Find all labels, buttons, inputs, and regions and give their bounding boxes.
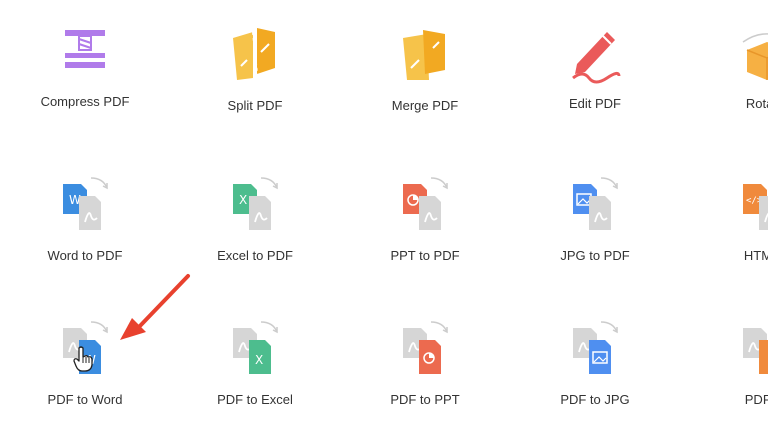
word-to-pdf-icon: W bbox=[40, 164, 130, 244]
tool-excel-to-pdf[interactable]: X Excel to PDF bbox=[180, 164, 330, 263]
pdf-to-html-icon bbox=[720, 308, 768, 388]
html-to-pdf-icon: </> bbox=[720, 164, 768, 244]
tool-label: PDF to Excel bbox=[217, 392, 293, 407]
tool-merge-pdf[interactable]: Merge PDF bbox=[350, 14, 500, 113]
tool-pdf-to-excel[interactable]: X PDF to Excel bbox=[180, 308, 330, 407]
tool-label: PDF to bbox=[744, 392, 768, 407]
tool-pdf-to-ppt[interactable]: PDF to PPT bbox=[350, 308, 500, 407]
tool-label: Split PDF bbox=[227, 98, 283, 113]
split-icon bbox=[210, 14, 300, 94]
tool-label: PPT to PDF bbox=[390, 248, 460, 263]
svg-text:X: X bbox=[255, 353, 263, 367]
tool-compress-pdf[interactable]: Compress PDF bbox=[10, 10, 160, 109]
hand-cursor-icon bbox=[73, 346, 93, 372]
svg-text:X: X bbox=[239, 193, 247, 207]
tool-label: PDF to PPT bbox=[390, 392, 460, 407]
merge-icon bbox=[380, 14, 470, 94]
tool-label: Excel to PDF bbox=[217, 248, 293, 263]
tool-pdf-to-jpg[interactable]: PDF to JPG bbox=[520, 308, 670, 407]
tool-label: Edit PDF bbox=[568, 96, 621, 111]
tool-label: JPG to PDF bbox=[560, 248, 630, 263]
pdf-to-excel-icon: X bbox=[210, 308, 300, 388]
tool-label: HTML t bbox=[743, 248, 768, 263]
ppt-to-pdf-icon bbox=[380, 164, 470, 244]
compress-icon bbox=[40, 10, 130, 90]
tool-edit-pdf[interactable]: Edit PDF bbox=[520, 12, 670, 111]
tool-label: Rotate bbox=[745, 96, 768, 111]
tool-label: Merge PDF bbox=[391, 98, 459, 113]
tool-split-pdf[interactable]: Split PDF bbox=[180, 14, 330, 113]
tool-label: Compress PDF bbox=[40, 94, 130, 109]
tool-label: Word to PDF bbox=[47, 248, 123, 263]
rotate-box-icon bbox=[720, 12, 768, 92]
tool-word-to-pdf[interactable]: W Word to PDF bbox=[10, 164, 160, 263]
tool-ppt-to-pdf[interactable]: PPT to PDF bbox=[350, 164, 500, 263]
pdf-to-jpg-icon bbox=[550, 308, 640, 388]
tool-jpg-to-pdf[interactable]: JPG to PDF bbox=[520, 164, 670, 263]
tool-rotate[interactable]: Rotate bbox=[690, 12, 768, 111]
tool-label: PDF to JPG bbox=[560, 392, 630, 407]
tool-html-to-pdf[interactable]: </> HTML t bbox=[690, 164, 768, 263]
tool-label: PDF to Word bbox=[47, 392, 123, 407]
pdf-to-ppt-icon bbox=[380, 308, 470, 388]
tool-pdf-to-html[interactable]: PDF to bbox=[690, 308, 768, 407]
jpg-to-pdf-icon bbox=[550, 164, 640, 244]
edit-pencil-icon bbox=[550, 12, 640, 92]
excel-to-pdf-icon: X bbox=[210, 164, 300, 244]
